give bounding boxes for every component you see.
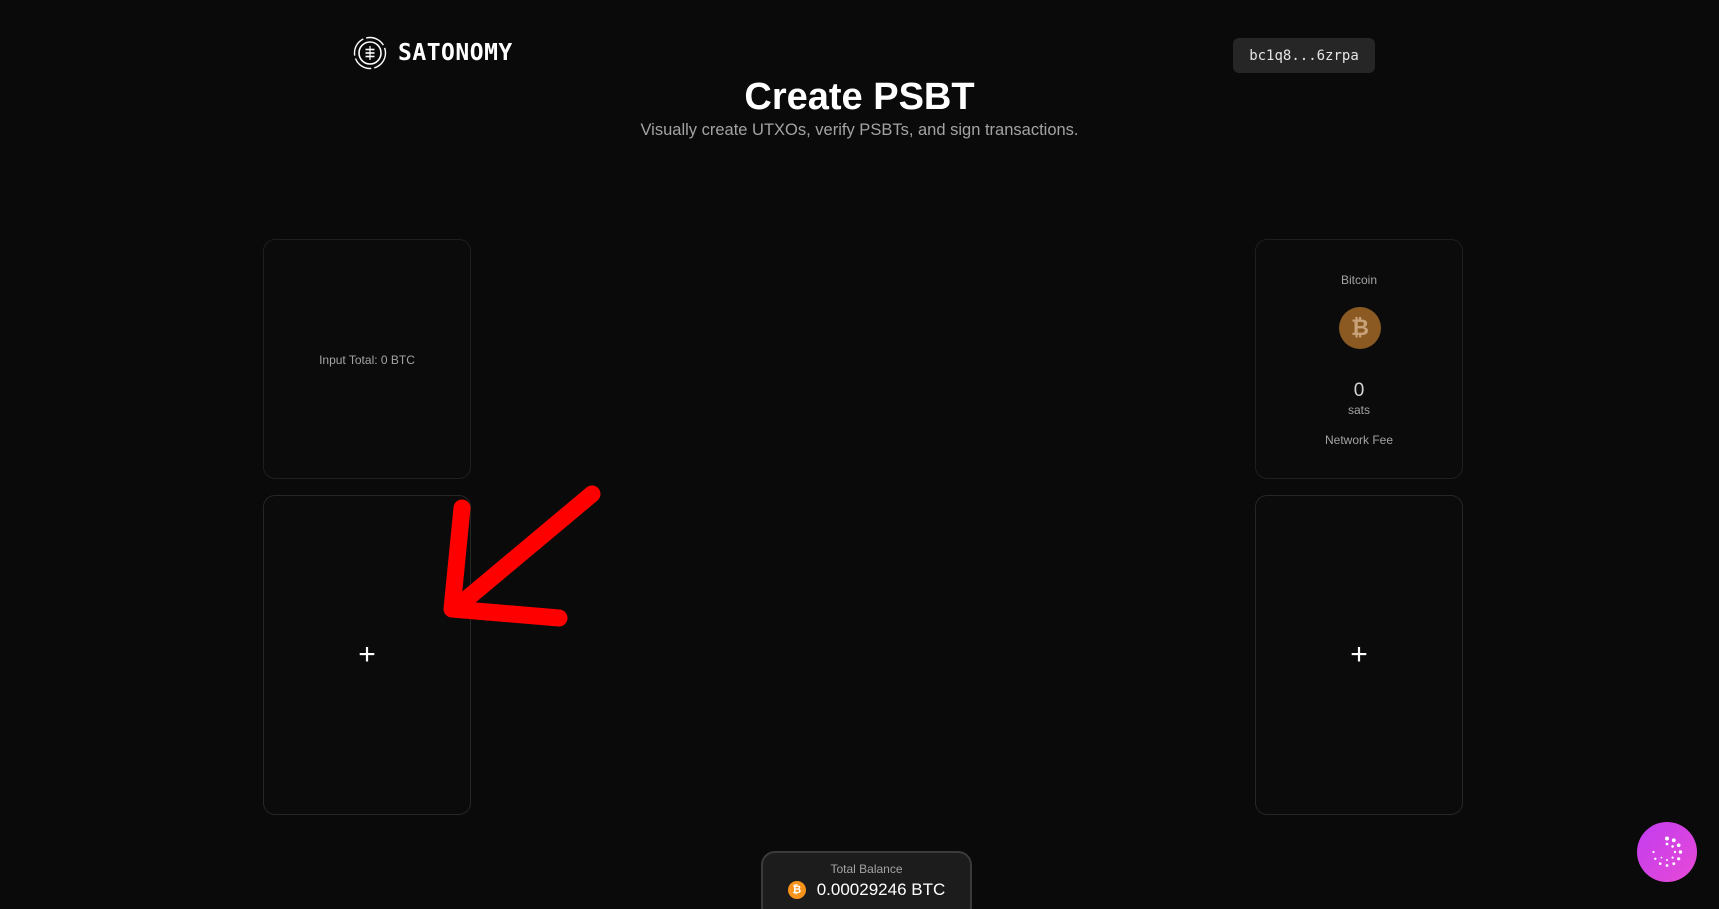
input-total-card: Input Total: 0 BTC bbox=[263, 239, 471, 479]
balance-row: ₿ 0.00029246 BTC bbox=[763, 880, 970, 900]
page: SATONOMY bc1q8...6zrpa Create PSBT Visua… bbox=[0, 0, 1719, 909]
fee-unit: sats bbox=[1347, 403, 1370, 417]
fee-asset-name: Bitcoin bbox=[1340, 273, 1378, 287]
brand-name: SATONOMY bbox=[398, 40, 513, 66]
add-output-button[interactable]: + bbox=[1255, 495, 1463, 815]
balance-value: 0.00029246 BTC bbox=[816, 880, 946, 899]
network-fee-card: Bitcoin ₿ 0 sats Network Fee bbox=[1255, 239, 1463, 479]
brand-logo[interactable]: SATONOMY bbox=[353, 36, 513, 70]
page-subtitle: Visually create UTXOs, verify PSBTs, and… bbox=[640, 121, 1079, 139]
add-input-button[interactable]: + bbox=[263, 495, 471, 815]
balance-label: Total Balance bbox=[830, 862, 903, 876]
bitcoin-icon: ₿ bbox=[1339, 307, 1381, 349]
plus-icon: + bbox=[358, 638, 376, 671]
bitcoin-icon: ₿ bbox=[787, 881, 806, 899]
assistant-button[interactable] bbox=[1637, 822, 1697, 882]
input-total-label: Input Total: 0 BTC bbox=[319, 353, 415, 367]
satonomy-logo-icon bbox=[353, 36, 387, 70]
total-balance-panel: Total Balance ₿ 0.00029246 BTC bbox=[761, 851, 972, 909]
page-title: Create PSBT bbox=[744, 76, 975, 118]
wallet-address-button[interactable]: bc1q8...6zrpa bbox=[1233, 38, 1375, 73]
fee-label: Network Fee bbox=[1324, 433, 1394, 447]
assistant-icon bbox=[1652, 836, 1683, 867]
plus-icon: + bbox=[1350, 638, 1368, 671]
fee-amount: 0 bbox=[1353, 380, 1365, 401]
